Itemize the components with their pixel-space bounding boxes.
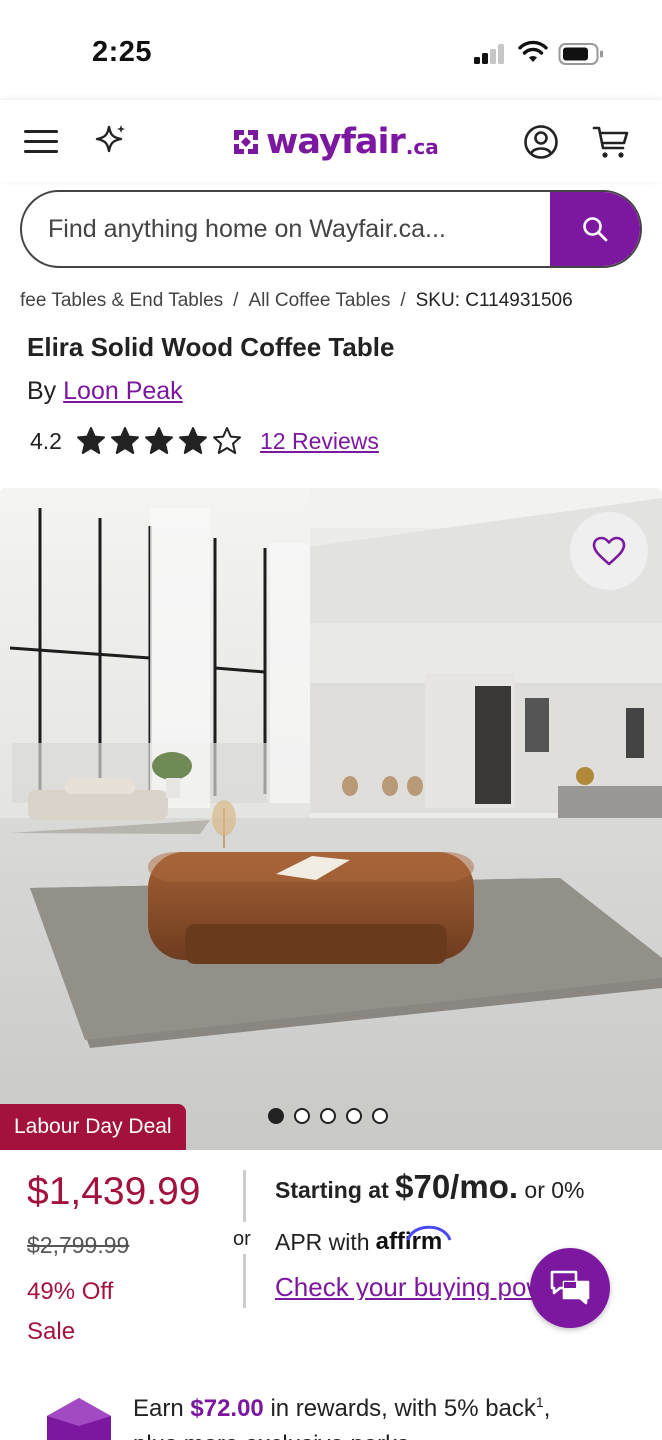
star-filled-icon — [110, 427, 139, 454]
cellular-signal-icon — [474, 44, 506, 64]
logo-suffix: .ca — [405, 135, 439, 159]
search-button[interactable] — [550, 192, 640, 266]
star-rating — [76, 426, 246, 456]
carousel-dot[interactable] — [346, 1108, 362, 1124]
chat-icon — [550, 1270, 590, 1305]
cart-icon[interactable] — [592, 124, 630, 160]
brand-link[interactable]: Loon Peak — [63, 377, 183, 405]
star-filled-icon — [76, 427, 105, 454]
breadcrumb-coffee-end-tables[interactable]: fee Tables & End Tables — [20, 290, 223, 311]
brand-line: By Loon Peak — [27, 377, 183, 406]
site-header: wayfair .ca — [0, 100, 662, 182]
sale-price: $1,439.99 — [27, 1170, 201, 1213]
affirm-arc-icon — [406, 1225, 452, 1241]
by-label: By — [27, 377, 57, 405]
apr-label: APR with — [275, 1228, 370, 1255]
battery-icon — [558, 43, 603, 65]
chat-button[interactable] — [530, 1248, 610, 1328]
check-buying-power-link[interactable]: Check your buying power — [275, 1274, 537, 1300]
star-empty-icon — [212, 427, 241, 454]
divider — [243, 1170, 246, 1222]
status-time: 2:25 — [92, 36, 153, 68]
discount-label: 49% Off — [27, 1278, 114, 1305]
breadcrumb-all-coffee-tables[interactable]: All Coffee Tables — [248, 290, 390, 311]
sale-label: Sale — [27, 1318, 76, 1345]
original-price: $2,799.99 — [27, 1232, 130, 1258]
breadcrumb-sku: SKU: C114931506 — [415, 290, 573, 311]
product-title: Elira Solid Wood Coffee Table — [27, 332, 395, 362]
breadcrumb-separator: / — [400, 290, 406, 311]
financing-line-1: Starting at $70/mo. or 0% — [275, 1170, 585, 1203]
rewards-icon — [47, 1398, 111, 1440]
search-icon — [583, 217, 608, 242]
rewards-line-2: plus more exclusive perks — [133, 1431, 409, 1440]
sparkle-icon[interactable] — [92, 122, 130, 160]
deal-badge: Labour Day Deal — [0, 1104, 186, 1150]
carousel-dot[interactable] — [294, 1108, 310, 1124]
apr-prefix: or 0% — [524, 1177, 585, 1203]
carousel-dots — [268, 1108, 398, 1124]
rating-row: 4.2 12 Reviews — [30, 424, 379, 458]
affirm-logo: affirm — [376, 1225, 452, 1254]
divider — [243, 1254, 246, 1308]
product-photo — [0, 488, 662, 1150]
financing-line-2: APR with affirm — [275, 1225, 452, 1255]
status-bar: 2:25 — [0, 0, 662, 100]
reviews-link[interactable]: 12 Reviews — [260, 428, 379, 455]
rewards-footnote: 1 — [535, 1394, 544, 1410]
monthly-price: $70/mo. — [395, 1168, 519, 1205]
star-filled-icon — [178, 427, 207, 454]
logo-text: wayfair — [266, 122, 406, 162]
breadcrumb: fee Tables & End Tables / All Coffee Table… — [0, 288, 662, 316]
rewards-prefix: Earn — [133, 1395, 184, 1422]
carousel-dot[interactable] — [372, 1108, 388, 1124]
starting-at-label: Starting at — [275, 1177, 389, 1203]
or-label: or — [233, 1228, 251, 1250]
search-bar — [20, 190, 642, 268]
rewards-suffix: in rewards, with 5% back — [270, 1395, 536, 1422]
breadcrumb-separator: / — [233, 290, 239, 311]
rating-value: 4.2 — [30, 427, 62, 454]
wayfair-logo[interactable]: wayfair .ca — [230, 118, 439, 166]
logo-mark-icon — [234, 130, 258, 154]
product-image[interactable] — [0, 488, 662, 1150]
search-input[interactable] — [22, 192, 552, 266]
favorite-button[interactable] — [570, 512, 648, 590]
carousel-dot[interactable] — [268, 1108, 284, 1124]
rewards-amount: $72.00 — [190, 1395, 264, 1422]
rewards-text: Earn $72.00 in rewards, with 5% back1, p… — [133, 1384, 643, 1440]
account-icon[interactable] — [523, 124, 559, 160]
carousel-dot[interactable] — [320, 1108, 336, 1124]
hamburger-menu-icon[interactable] — [24, 128, 58, 156]
heart-icon — [592, 536, 626, 566]
star-filled-icon — [144, 427, 173, 454]
wifi-icon — [518, 40, 548, 62]
